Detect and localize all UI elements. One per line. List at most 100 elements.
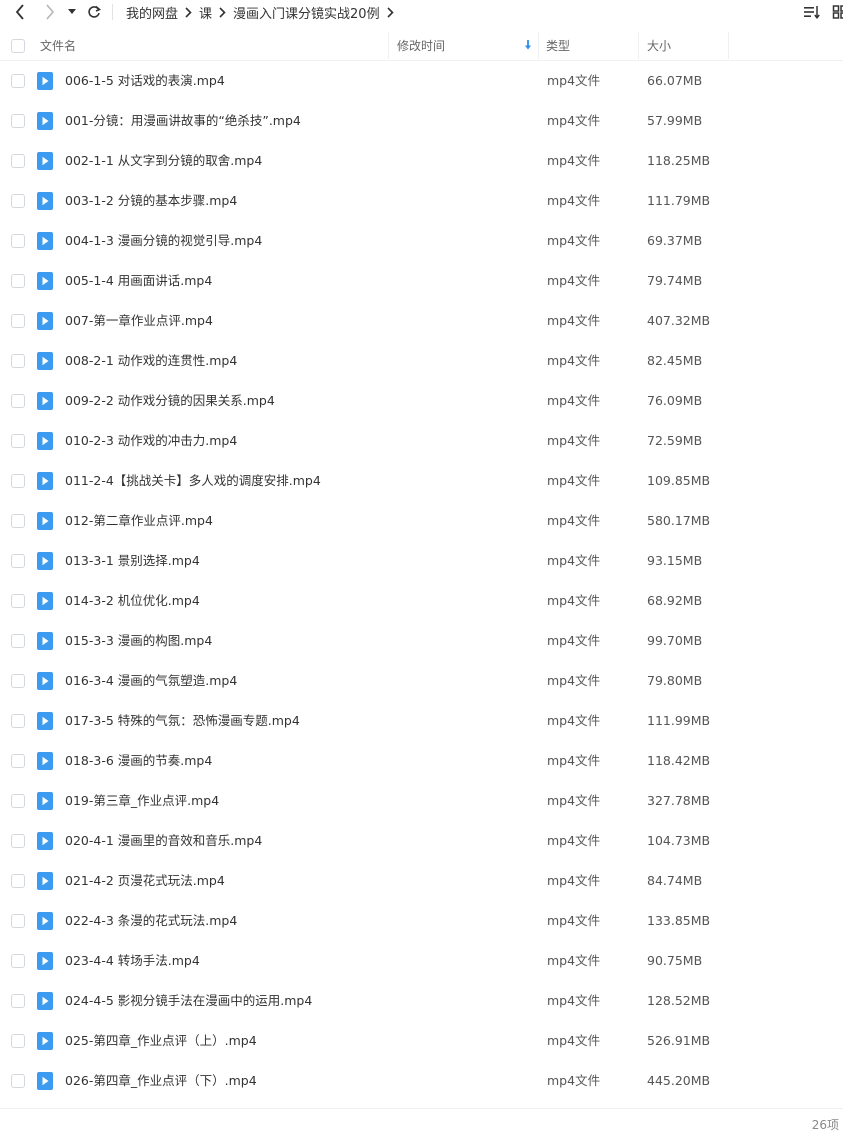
table-row[interactable]: 015-3-3 漫画的构图.mp4 mp4文件 99.70MB: [0, 621, 843, 661]
column-header-type[interactable]: 类型: [546, 30, 570, 61]
sort-button[interactable]: [803, 3, 821, 21]
file-type: mp4文件: [547, 513, 601, 528]
refresh-button[interactable]: [84, 0, 104, 24]
file-name[interactable]: 008-2-1 动作戏的连贯性.mp4: [65, 341, 237, 381]
file-name[interactable]: 001-分镜：用漫画讲故事的“绝杀技”.mp4: [65, 101, 301, 141]
row-checkbox[interactable]: [11, 474, 25, 488]
file-name[interactable]: 016-3-4 漫画的气氛塑造.mp4: [65, 661, 237, 701]
table-row[interactable]: 012-第二章作业点评.mp4 mp4文件 580.17MB: [0, 501, 843, 541]
row-checkbox[interactable]: [11, 754, 25, 768]
column-header-modified[interactable]: 修改时间: [397, 30, 537, 61]
column-divider[interactable]: [728, 32, 729, 59]
table-row[interactable]: 025-第四章_作业点评（上）.mp4 mp4文件 526.91MB: [0, 1021, 843, 1061]
table-row[interactable]: 011-2-4【挑战关卡】多人戏的调度安排.mp4 mp4文件 109.85MB: [0, 461, 843, 501]
file-name[interactable]: 006-1-5 对话戏的表演.mp4: [65, 61, 225, 101]
table-row[interactable]: 019-第三章_作业点评.mp4 mp4文件 327.78MB: [0, 781, 843, 821]
table-row[interactable]: 018-3-6 漫画的节奏.mp4 mp4文件 118.42MB: [0, 741, 843, 781]
table-row[interactable]: 010-2-3 动作戏的冲击力.mp4 mp4文件 72.59MB: [0, 421, 843, 461]
back-button[interactable]: [10, 0, 30, 24]
breadcrumb-item-my-drive[interactable]: 我的网盘: [126, 3, 178, 22]
file-name[interactable]: 013-3-1 景别选择.mp4: [65, 541, 200, 581]
file-name[interactable]: 007-第一章作业点评.mp4: [65, 301, 213, 341]
view-toggle-button[interactable]: [832, 3, 843, 21]
column-header-size[interactable]: 大小: [647, 30, 671, 61]
row-checkbox[interactable]: [11, 874, 25, 888]
row-checkbox[interactable]: [11, 434, 25, 448]
table-row[interactable]: 002-1-1 从文字到分镜的取舍.mp4 mp4文件 118.25MB: [0, 141, 843, 181]
file-name[interactable]: 005-1-4 用画面讲话.mp4: [65, 261, 212, 301]
file-name[interactable]: 018-3-6 漫画的节奏.mp4: [65, 741, 212, 781]
column-divider[interactable]: [538, 32, 539, 59]
table-row[interactable]: 017-3-5 特殊的气氛：恐怖漫画专题.mp4 mp4文件 111.99MB: [0, 701, 843, 741]
row-checkbox[interactable]: [11, 714, 25, 728]
file-name[interactable]: 022-4-3 条漫的花式玩法.mp4: [65, 901, 237, 941]
row-checkbox[interactable]: [11, 794, 25, 808]
breadcrumb-item-current-folder[interactable]: 漫画入门课分镜实战20例: [233, 3, 380, 22]
table-row[interactable]: 014-3-2 机位优化.mp4 mp4文件 68.92MB: [0, 581, 843, 621]
file-name[interactable]: 009-2-2 动作戏分镜的因果关系.mp4: [65, 381, 275, 421]
table-row[interactable]: 005-1-4 用画面讲话.mp4 mp4文件 79.74MB: [0, 261, 843, 301]
row-checkbox[interactable]: [11, 1074, 25, 1088]
table-row[interactable]: 008-2-1 动作戏的连贯性.mp4 mp4文件 82.45MB: [0, 341, 843, 381]
file-name[interactable]: 014-3-2 机位优化.mp4: [65, 581, 200, 621]
row-checkbox[interactable]: [11, 1034, 25, 1048]
file-name[interactable]: 002-1-1 从文字到分镜的取舍.mp4: [65, 141, 262, 181]
row-checkbox[interactable]: [11, 994, 25, 1008]
file-name[interactable]: 015-3-3 漫画的构图.mp4: [65, 621, 212, 661]
row-checkbox[interactable]: [11, 274, 25, 288]
select-all-checkbox[interactable]: [11, 38, 25, 53]
row-checkbox[interactable]: [11, 954, 25, 968]
table-row[interactable]: 022-4-3 条漫的花式玩法.mp4 mp4文件 133.85MB: [0, 901, 843, 941]
row-checkbox[interactable]: [11, 314, 25, 328]
row-checkbox[interactable]: [11, 234, 25, 248]
column-header-name[interactable]: 文件名: [40, 30, 76, 61]
table-row[interactable]: 007-第一章作业点评.mp4 mp4文件 407.32MB: [0, 301, 843, 341]
row-checkbox[interactable]: [11, 834, 25, 848]
table-row[interactable]: 023-4-4 转场手法.mp4 mp4文件 90.75MB: [0, 941, 843, 981]
file-name[interactable]: 024-4-5 影视分镜手法在漫画中的运用.mp4: [65, 981, 312, 1021]
row-checkbox[interactable]: [11, 194, 25, 208]
column-divider[interactable]: [638, 32, 639, 59]
file-name[interactable]: 025-第四章_作业点评（上）.mp4: [65, 1021, 257, 1061]
table-row[interactable]: 006-1-5 对话戏的表演.mp4 mp4文件 66.07MB: [0, 61, 843, 101]
file-name[interactable]: 026-第四章_作业点评（下）.mp4: [65, 1061, 257, 1101]
row-checkbox[interactable]: [11, 354, 25, 368]
row-checkbox[interactable]: [11, 154, 25, 168]
table-row[interactable]: 013-3-1 景别选择.mp4 mp4文件 93.15MB: [0, 541, 843, 581]
column-divider[interactable]: [388, 32, 389, 59]
row-checkbox[interactable]: [11, 74, 25, 88]
video-file-icon: [37, 592, 53, 610]
row-checkbox[interactable]: [11, 514, 25, 528]
chevron-right-icon[interactable]: [387, 6, 394, 18]
breadcrumb-item-course[interactable]: 课: [199, 3, 212, 22]
file-name[interactable]: 021-4-2 页漫花式玩法.mp4: [65, 861, 225, 901]
file-name[interactable]: 019-第三章_作业点评.mp4: [65, 781, 219, 821]
table-row[interactable]: 021-4-2 页漫花式玩法.mp4 mp4文件 84.74MB: [0, 861, 843, 901]
table-row[interactable]: 001-分镜：用漫画讲故事的“绝杀技”.mp4 mp4文件 57.99MB: [0, 101, 843, 141]
file-name[interactable]: 023-4-4 转场手法.mp4: [65, 941, 200, 981]
row-checkbox[interactable]: [11, 114, 25, 128]
file-name[interactable]: 020-4-1 漫画里的音效和音乐.mp4: [65, 821, 262, 861]
table-row[interactable]: 003-1-2 分镜的基本步骤.mp4 mp4文件 111.79MB: [0, 181, 843, 221]
row-checkbox[interactable]: [11, 554, 25, 568]
row-checkbox[interactable]: [11, 594, 25, 608]
row-checkbox[interactable]: [11, 914, 25, 928]
table-row[interactable]: 004-1-3 漫画分镜的视觉引导.mp4 mp4文件 69.37MB: [0, 221, 843, 261]
file-name[interactable]: 003-1-2 分镜的基本步骤.mp4: [65, 181, 237, 221]
chevron-left-icon: [15, 4, 24, 20]
file-name[interactable]: 004-1-3 漫画分镜的视觉引导.mp4: [65, 221, 262, 261]
history-dropdown-button[interactable]: [64, 0, 80, 24]
file-name[interactable]: 012-第二章作业点评.mp4: [65, 501, 213, 541]
row-checkbox[interactable]: [11, 674, 25, 688]
table-row[interactable]: 016-3-4 漫画的气氛塑造.mp4 mp4文件 79.80MB: [0, 661, 843, 701]
file-name[interactable]: 011-2-4【挑战关卡】多人戏的调度安排.mp4: [65, 461, 321, 501]
table-row[interactable]: 020-4-1 漫画里的音效和音乐.mp4 mp4文件 104.73MB: [0, 821, 843, 861]
row-checkbox[interactable]: [11, 634, 25, 648]
table-row[interactable]: 024-4-5 影视分镜手法在漫画中的运用.mp4 mp4文件 128.52MB: [0, 981, 843, 1021]
table-row[interactable]: 009-2-2 动作戏分镜的因果关系.mp4 mp4文件 76.09MB: [0, 381, 843, 421]
row-checkbox[interactable]: [11, 394, 25, 408]
file-name[interactable]: 017-3-5 特殊的气氛：恐怖漫画专题.mp4: [65, 701, 300, 741]
file-name[interactable]: 010-2-3 动作戏的冲击力.mp4: [65, 421, 237, 461]
forward-button[interactable]: [40, 0, 60, 24]
table-row[interactable]: 026-第四章_作业点评（下）.mp4 mp4文件 445.20MB: [0, 1061, 843, 1101]
